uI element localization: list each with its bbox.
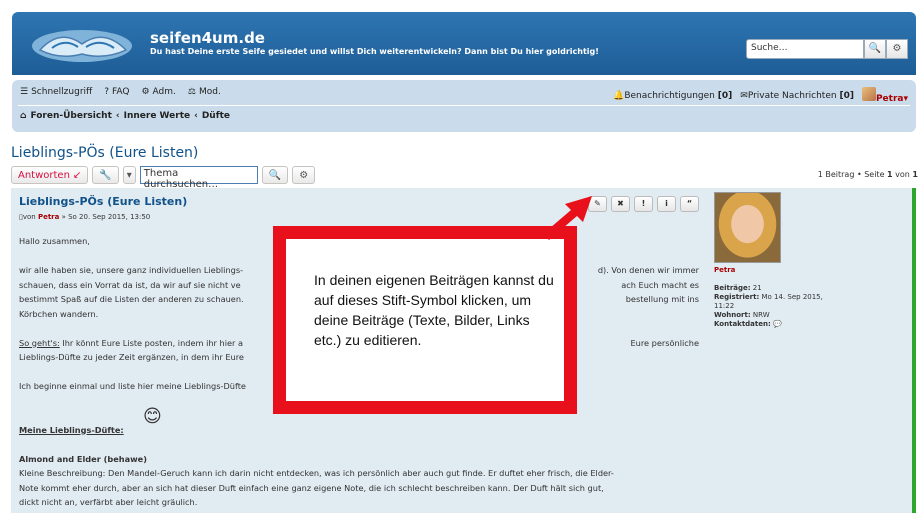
edit-button[interactable]: ✎ — [588, 196, 607, 212]
breadcrumb: ⌂ Foren-Übersicht ‹ Innere Werte ‹ Düfte — [20, 111, 230, 121]
mod-link[interactable]: ⚖ Mod. — [188, 87, 221, 97]
pencil-icon: ✎ — [594, 199, 601, 208]
private-messages-link[interactable]: ✉Private Nachrichten [0] — [740, 91, 854, 101]
breadcrumb-item[interactable]: Innere Werte — [124, 111, 191, 121]
bell-icon: 🔔 — [613, 90, 625, 101]
topic-search-input[interactable]: Thema durchsuchen… — [139, 166, 258, 190]
topic-search-button[interactable]: 🔍 — [261, 166, 289, 184]
site-description: Du hast Deine erste Seife gesiedet und w… — [150, 47, 599, 56]
reply-button[interactable]: Antworten ↙ — [11, 166, 89, 184]
chevron-left-icon: ‹ — [194, 111, 198, 121]
user-menu[interactable]: Petra▾ — [861, 87, 908, 104]
gear-icon: ⚙ — [892, 43, 902, 54]
exclamation-icon: ! — [641, 199, 646, 208]
magnifier-icon: 🔍 — [268, 169, 282, 181]
callout-text: In deinen eigenen Beiträgen kannst du au… — [314, 272, 554, 348]
page-title[interactable]: Lieblings-PÖs (Eure Listen) — [11, 145, 198, 161]
delete-button[interactable]: ✖ — [611, 196, 630, 212]
post-profile: Petra Beiträge: 21 Registriert: Mo 14. S… — [714, 192, 824, 329]
info-icon: i — [665, 199, 668, 208]
magnifier-icon: 🔍 — [868, 43, 882, 54]
post-buttons: ✎ ✖ ! i “ — [588, 196, 699, 212]
section-heading: Meine Lieblings-Düfte: — [19, 424, 124, 435]
cogs-icon: ⚙ — [141, 87, 150, 97]
info-button[interactable]: i — [657, 196, 676, 212]
item-title: Almond and Elder (behawe) — [19, 453, 147, 464]
report-button[interactable]: ! — [634, 196, 653, 212]
post-count[interactable]: 21 — [753, 284, 762, 292]
pagination: 1 Beitrag • Seite 1 von 1 — [817, 170, 918, 179]
contact-icon[interactable]: 💬 — [773, 320, 782, 328]
gavel-icon: ⚖ — [187, 87, 196, 97]
quote-icon: “ — [686, 199, 693, 208]
adm-link[interactable]: ⚙ Adm. — [141, 87, 175, 97]
hamburger-icon: ☰ — [20, 87, 29, 97]
question-icon: ? — [104, 87, 110, 97]
post-meta: ▯von Petra » So 20. Sep 2015, 13:50 — [19, 213, 151, 221]
post-title[interactable]: Lieblings-PÖs (Eure Listen) — [19, 195, 187, 208]
wrench-icon: 🔧 — [99, 169, 112, 181]
close-icon: ✖ — [617, 199, 624, 208]
envelope-icon: ✉ — [740, 90, 748, 101]
site-header: seifen4um.de Du hast Deine erste Seife g… — [12, 12, 916, 75]
reply-icon: ↙ — [72, 169, 82, 181]
callout-box: In deinen eigenen Beiträgen kannst du au… — [273, 226, 577, 414]
gear-icon: ⚙ — [299, 169, 309, 181]
quote-button[interactable]: “ — [680, 196, 699, 212]
caret-down-icon: ▾ — [126, 169, 132, 181]
topic-tools-button[interactable]: 🔧 — [92, 166, 119, 184]
topic-tools-dropdown[interactable]: ▾ — [122, 166, 136, 184]
avatar — [861, 87, 876, 101]
breadcrumb-item[interactable]: Foren-Übersicht — [30, 111, 111, 121]
advanced-search-button[interactable]: ⚙ — [886, 39, 908, 59]
site-title[interactable]: seifen4um.de — [150, 29, 265, 47]
breadcrumb-item[interactable]: Düfte — [202, 111, 230, 121]
nav-divider — [18, 105, 910, 106]
notifications-link[interactable]: 🔔Benachrichtigungen [0] — [613, 91, 732, 101]
quick-links-menu[interactable]: ☰ Schnellzugriff — [20, 87, 92, 97]
smiley-icon: 😊 — [143, 406, 162, 427]
avatar[interactable] — [714, 192, 781, 263]
site-logo[interactable] — [30, 20, 134, 68]
post-author[interactable]: Petra — [38, 213, 59, 221]
action-bar: Antworten ↙ 🔧 ▾ Thema durchsuchen… 🔍 ⚙ — [11, 166, 316, 190]
navbar: ☰ Schnellzugriff ? FAQ ⚙ Adm. ⚖ Mod. 🔔Benach… — [12, 80, 916, 132]
chevron-left-icon: ‹ — [115, 111, 120, 121]
home-icon: ⌂ — [20, 111, 27, 121]
profile-username[interactable]: Petra — [714, 266, 824, 275]
topic-advanced-search-button[interactable]: ⚙ — [292, 166, 316, 184]
caret-down-icon: ▾ — [903, 94, 908, 104]
search-button[interactable]: 🔍 — [864, 39, 886, 59]
search-input[interactable]: Suche… — [746, 39, 864, 59]
faq-link[interactable]: ? FAQ — [104, 87, 129, 97]
